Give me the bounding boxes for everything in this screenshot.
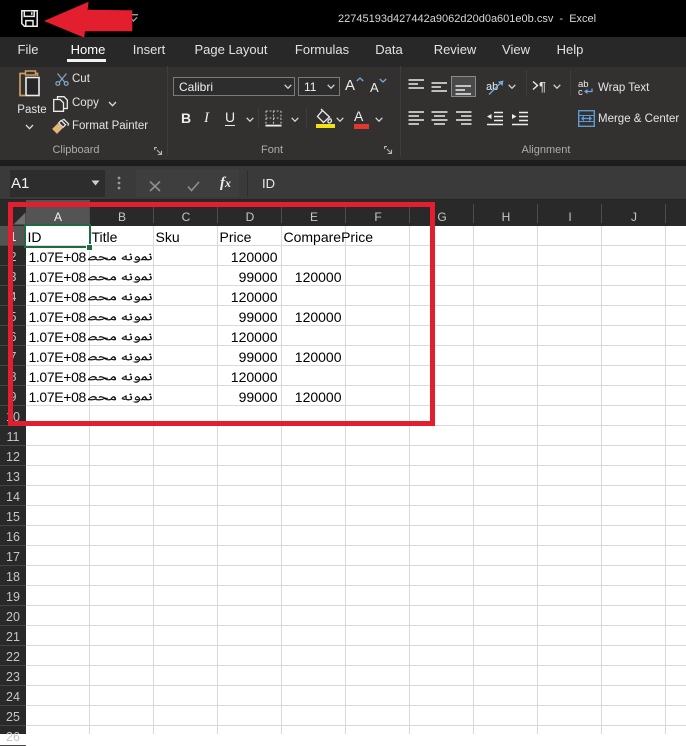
svg-text:¶: ¶ (539, 79, 546, 94)
svg-text:c: c (578, 87, 583, 98)
